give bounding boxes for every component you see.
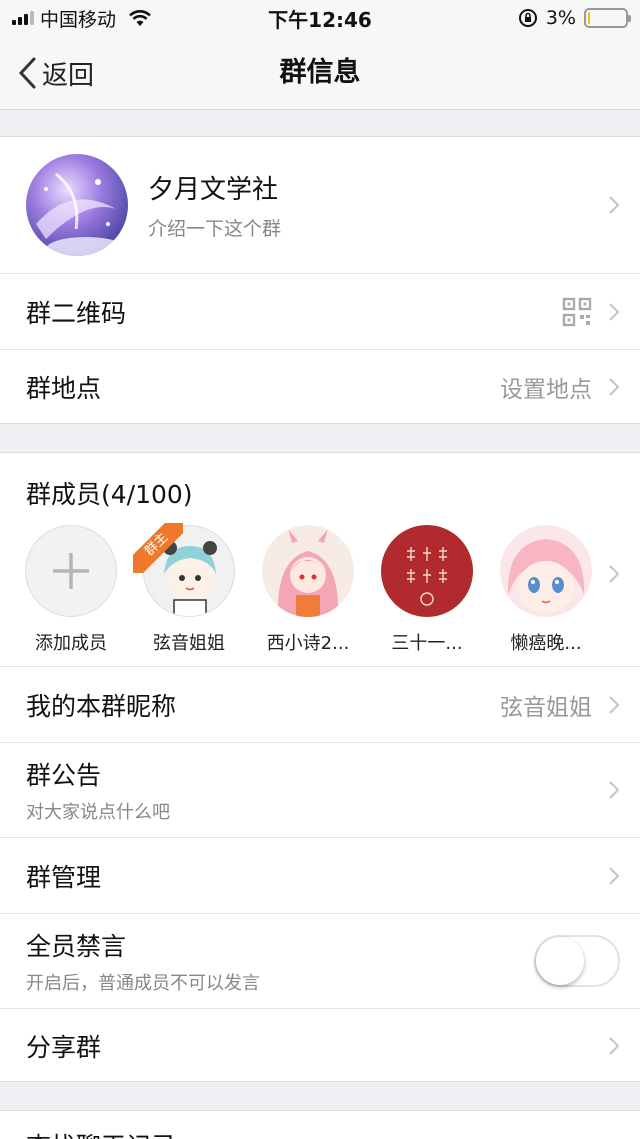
orientation-lock-icon	[518, 9, 537, 27]
member-name: 西小诗2...	[266, 633, 350, 654]
group-location-row[interactable]: 群地点 设置地点	[0, 349, 640, 424]
group-notice-sub: 对大家说点什么吧	[26, 802, 170, 823]
owner-badge-label: 群主	[133, 523, 183, 573]
my-nickname-label: 我的本群昵称	[26, 691, 177, 721]
member-name: 三十一...	[391, 633, 463, 654]
my-nickname-value: 弦音姐姐	[500, 694, 592, 721]
group-profile-row[interactable]: 夕月文学社 介绍一下这个群	[0, 137, 640, 273]
group-settings-section: 群成员(4/100) 添加成员 群主 弦音姐姐 西小诗2... 三十一... 懒…	[0, 452, 640, 1082]
group-location-label: 群地点	[26, 374, 102, 403]
add-member-label: 添加成员	[35, 633, 107, 654]
search-history-row[interactable]: 查找聊天记录	[0, 1117, 640, 1139]
chevron-right-icon	[609, 781, 620, 799]
member-avatar	[500, 525, 592, 617]
group-qr-row[interactable]: 群二维码	[0, 273, 640, 349]
add-member-avatar	[25, 525, 117, 617]
chevron-right-icon	[609, 378, 620, 396]
members-panel: 群成员(4/100) 添加成员 群主 弦音姐姐 西小诗2... 三十一... 懒…	[0, 453, 640, 666]
carrier-text: 中国移动	[40, 8, 117, 31]
status-bar: 中国移动 下午12:46 3%	[0, 0, 640, 36]
history-section: 查找聊天记录	[0, 1110, 640, 1139]
members-chevron-right-icon[interactable]	[608, 564, 620, 584]
group-qr-label: 群二维码	[26, 298, 127, 328]
chevron-right-icon	[609, 1036, 620, 1055]
member-avatar	[381, 525, 473, 617]
search-history-label: 查找聊天记录	[26, 1117, 176, 1139]
member-name: 懒癌晚...	[510, 633, 582, 654]
group-info-section: 夕月文学社 介绍一下这个群 群二维码 群地点 设置地点	[0, 136, 640, 424]
group-intro: 介绍一下这个群	[148, 218, 282, 240]
chevron-right-icon	[609, 866, 620, 885]
battery-icon	[584, 8, 631, 28]
chevron-right-icon	[609, 695, 620, 714]
group-location-value: 设置地点	[500, 377, 592, 403]
mute-all-toggle[interactable]	[534, 935, 620, 987]
group-manage-row[interactable]: 群管理	[0, 837, 640, 913]
group-manage-label: 群管理	[26, 862, 102, 892]
member-name: 弦音姐姐	[153, 633, 225, 654]
member-item[interactable]: 群主 弦音姐姐	[129, 523, 249, 655]
group-notice-label: 群公告	[26, 761, 102, 790]
group-notice-row[interactable]: 群公告 对大家说点什么吧	[0, 742, 640, 837]
add-member-button[interactable]: 添加成员	[11, 525, 131, 655]
group-avatar	[26, 154, 128, 256]
share-group-row[interactable]: 分享群	[0, 1008, 640, 1082]
group-name: 夕月文学社	[148, 175, 279, 205]
navigation-bar: 返回 群信息	[0, 36, 640, 110]
members-title: 群成员(4/100)	[26, 480, 193, 509]
battery-percent: 3%	[545, 7, 576, 29]
member-avatar	[262, 525, 354, 617]
my-nickname-row[interactable]: 我的本群昵称 弦音姐姐	[0, 666, 640, 742]
member-item[interactable]: 西小诗2...	[248, 525, 368, 655]
plus-icon	[53, 553, 89, 589]
chevron-right-icon	[609, 302, 620, 321]
owner-badge: 群主	[133, 523, 183, 573]
mute-all-row: 全员禁言 开启后，普通成员不可以发言	[0, 913, 640, 1008]
wifi-icon	[129, 10, 151, 26]
mute-all-label: 全员禁言	[26, 932, 127, 961]
member-item[interactable]: 三十一...	[367, 525, 487, 655]
toggle-knob	[536, 937, 584, 985]
chevron-right-icon	[609, 196, 620, 214]
member-item[interactable]: 懒癌晚...	[486, 525, 606, 655]
share-group-label: 分享群	[26, 1032, 102, 1062]
mute-all-sub: 开启后，普通成员不可以发言	[26, 973, 260, 994]
signal-icon	[12, 11, 34, 25]
qr-code-icon	[562, 297, 592, 326]
page-title: 群信息	[279, 57, 361, 88]
